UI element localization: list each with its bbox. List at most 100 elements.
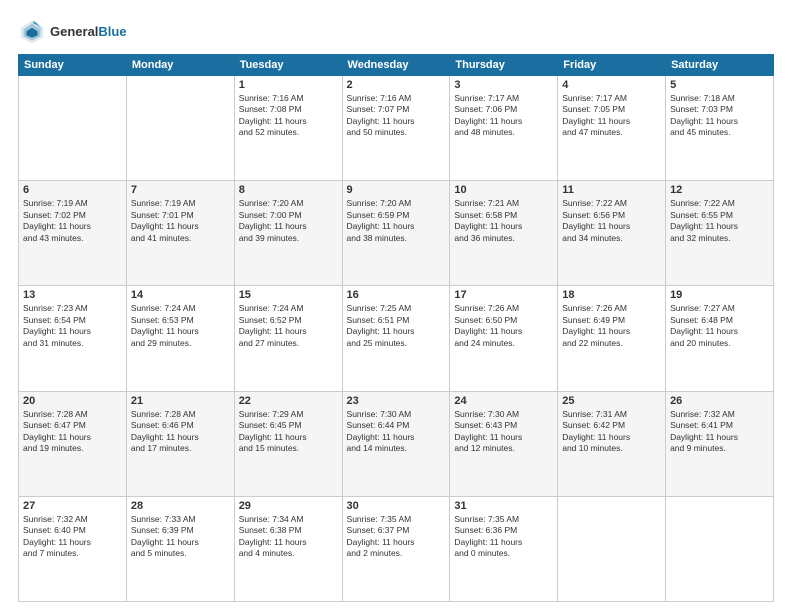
calendar-cell: 31 Sunrise: 7:35 AM Sunset: 6:36 PM Dayli…: [450, 496, 558, 601]
day-number: 22: [239, 395, 338, 407]
day-number: 18: [562, 289, 661, 301]
day-number: 24: [454, 395, 553, 407]
calendar-cell: 29 Sunrise: 7:34 AM Sunset: 6:38 PM Dayli…: [234, 496, 342, 601]
day-info: Sunrise: 7:26 AM Sunset: 6:49 PM Dayligh…: [562, 303, 661, 349]
day-info: Sunrise: 7:17 AM Sunset: 7:05 PM Dayligh…: [562, 93, 661, 139]
page: GeneralBlue SundayMondayTuesdayWednesday…: [0, 0, 792, 612]
calendar-cell: 12Sunrise: 7:22 AM Sunset: 6:55 PM Dayli…: [666, 181, 774, 286]
day-info: Sunrise: 7:19 AM Sunset: 7:01 PM Dayligh…: [131, 198, 230, 244]
weekday-header-saturday: Saturday: [666, 55, 774, 76]
calendar-cell: 24Sunrise: 7:30 AM Sunset: 6:43 PM Dayli…: [450, 391, 558, 496]
weekday-header-thursday: Thursday: [450, 55, 558, 76]
day-info: Sunrise: 7:30 AM Sunset: 6:44 PM Dayligh…: [347, 409, 446, 455]
weekday-header-monday: Monday: [126, 55, 234, 76]
day-info: Sunrise: 7:32 AM Sunset: 6:41 PM Dayligh…: [670, 409, 769, 455]
calendar-cell: 26 Sunrise: 7:32 AM Sunset: 6:41 PM Dayli…: [666, 391, 774, 496]
calendar-cell: 19 Sunrise: 7:27 AM Sunset: 6:48 PM Dayli…: [666, 286, 774, 391]
week-row-4: 27 Sunrise: 7:32 AM Sunset: 6:40 PM Dayli…: [19, 496, 774, 601]
day-number: 5: [670, 79, 769, 91]
day-number: 1: [239, 79, 338, 91]
calendar-cell: 30 Sunrise: 7:35 AM Sunset: 6:37 PM Dayli…: [342, 496, 450, 601]
day-info: Sunrise: 7:26 AM Sunset: 6:50 PM Dayligh…: [454, 303, 553, 349]
calendar-cell: 18 Sunrise: 7:26 AM Sunset: 6:49 PM Dayli…: [558, 286, 666, 391]
day-info: Sunrise: 7:16 AM Sunset: 7:08 PM Dayligh…: [239, 93, 338, 139]
calendar-cell: 8 Sunrise: 7:20 AM Sunset: 7:00 PM Daylig…: [234, 181, 342, 286]
day-info: Sunrise: 7:28 AM Sunset: 6:47 PM Dayligh…: [23, 409, 122, 455]
day-number: 20: [23, 395, 122, 407]
day-number: 19: [670, 289, 769, 301]
day-number: 27: [23, 500, 122, 512]
calendar-cell: 7 Sunrise: 7:19 AM Sunset: 7:01 PM Daylig…: [126, 181, 234, 286]
day-number: 6: [23, 184, 122, 196]
day-info: Sunrise: 7:21 AM Sunset: 6:58 PM Dayligh…: [454, 198, 553, 244]
day-number: 8: [239, 184, 338, 196]
header: GeneralBlue: [18, 18, 774, 46]
calendar-cell: 13Sunrise: 7:23 AM Sunset: 6:54 PM Dayli…: [19, 286, 127, 391]
day-info: Sunrise: 7:18 AM Sunset: 7:03 PM Dayligh…: [670, 93, 769, 139]
calendar-cell: 9 Sunrise: 7:20 AM Sunset: 6:59 PM Daylig…: [342, 181, 450, 286]
day-number: 10: [454, 184, 553, 196]
weekday-header-row: SundayMondayTuesdayWednesdayThursdayFrid…: [19, 55, 774, 76]
day-info: Sunrise: 7:20 AM Sunset: 6:59 PM Dayligh…: [347, 198, 446, 244]
day-info: Sunrise: 7:34 AM Sunset: 6:38 PM Dayligh…: [239, 514, 338, 560]
day-number: 7: [131, 184, 230, 196]
day-number: 11: [562, 184, 661, 196]
calendar-cell: 23 Sunrise: 7:30 AM Sunset: 6:44 PM Dayli…: [342, 391, 450, 496]
calendar-cell: 15 Sunrise: 7:24 AM Sunset: 6:52 PM Dayli…: [234, 286, 342, 391]
weekday-header-tuesday: Tuesday: [234, 55, 342, 76]
day-number: 28: [131, 500, 230, 512]
day-number: 29: [239, 500, 338, 512]
day-info: Sunrise: 7:27 AM Sunset: 6:48 PM Dayligh…: [670, 303, 769, 349]
day-info: Sunrise: 7:28 AM Sunset: 6:46 PM Dayligh…: [131, 409, 230, 455]
day-number: 26: [670, 395, 769, 407]
calendar-cell: 3Sunrise: 7:17 AM Sunset: 7:06 PM Daylig…: [450, 76, 558, 181]
day-info: Sunrise: 7:31 AM Sunset: 6:42 PM Dayligh…: [562, 409, 661, 455]
day-number: 2: [347, 79, 446, 91]
logo: GeneralBlue: [18, 18, 127, 46]
day-number: 25: [562, 395, 661, 407]
logo-icon: [18, 18, 46, 46]
day-info: Sunrise: 7:20 AM Sunset: 7:00 PM Dayligh…: [239, 198, 338, 244]
day-info: Sunrise: 7:35 AM Sunset: 6:37 PM Dayligh…: [347, 514, 446, 560]
day-info: Sunrise: 7:25 AM Sunset: 6:51 PM Dayligh…: [347, 303, 446, 349]
day-number: 13: [23, 289, 122, 301]
day-info: Sunrise: 7:24 AM Sunset: 6:53 PM Dayligh…: [131, 303, 230, 349]
calendar-cell: 5 Sunrise: 7:18 AM Sunset: 7:03 PM Daylig…: [666, 76, 774, 181]
day-info: Sunrise: 7:32 AM Sunset: 6:40 PM Dayligh…: [23, 514, 122, 560]
weekday-header-sunday: Sunday: [19, 55, 127, 76]
day-info: Sunrise: 7:17 AM Sunset: 7:06 PM Dayligh…: [454, 93, 553, 139]
day-info: Sunrise: 7:22 AM Sunset: 6:56 PM Dayligh…: [562, 198, 661, 244]
calendar-cell: [19, 76, 127, 181]
day-number: 23: [347, 395, 446, 407]
calendar-cell: [558, 496, 666, 601]
logo-text: GeneralBlue: [50, 24, 127, 40]
calendar-cell: [666, 496, 774, 601]
day-number: 9: [347, 184, 446, 196]
day-info: Sunrise: 7:33 AM Sunset: 6:39 PM Dayligh…: [131, 514, 230, 560]
day-info: Sunrise: 7:35 AM Sunset: 6:36 PM Dayligh…: [454, 514, 553, 560]
week-row-0: 1 Sunrise: 7:16 AM Sunset: 7:08 PM Daylig…: [19, 76, 774, 181]
calendar-cell: 17Sunrise: 7:26 AM Sunset: 6:50 PM Dayli…: [450, 286, 558, 391]
day-info: Sunrise: 7:24 AM Sunset: 6:52 PM Dayligh…: [239, 303, 338, 349]
calendar-cell: 10 Sunrise: 7:21 AM Sunset: 6:58 PM Dayli…: [450, 181, 558, 286]
calendar-table: SundayMondayTuesdayWednesdayThursdayFrid…: [18, 54, 774, 602]
day-info: Sunrise: 7:16 AM Sunset: 7:07 PM Dayligh…: [347, 93, 446, 139]
day-info: Sunrise: 7:22 AM Sunset: 6:55 PM Dayligh…: [670, 198, 769, 244]
day-number: 31: [454, 500, 553, 512]
calendar-cell: [126, 76, 234, 181]
weekday-header-wednesday: Wednesday: [342, 55, 450, 76]
calendar-cell: 21Sunrise: 7:28 AM Sunset: 6:46 PM Dayli…: [126, 391, 234, 496]
day-number: 15: [239, 289, 338, 301]
weekday-header-friday: Friday: [558, 55, 666, 76]
day-number: 30: [347, 500, 446, 512]
calendar-cell: 20 Sunrise: 7:28 AM Sunset: 6:47 PM Dayli…: [19, 391, 127, 496]
week-row-2: 13Sunrise: 7:23 AM Sunset: 6:54 PM Dayli…: [19, 286, 774, 391]
calendar-cell: 28 Sunrise: 7:33 AM Sunset: 6:39 PM Dayli…: [126, 496, 234, 601]
day-number: 4: [562, 79, 661, 91]
day-number: 14: [131, 289, 230, 301]
week-row-3: 20 Sunrise: 7:28 AM Sunset: 6:47 PM Dayli…: [19, 391, 774, 496]
calendar-cell: 25 Sunrise: 7:31 AM Sunset: 6:42 PM Dayli…: [558, 391, 666, 496]
calendar-cell: 27 Sunrise: 7:32 AM Sunset: 6:40 PM Dayli…: [19, 496, 127, 601]
day-number: 16: [347, 289, 446, 301]
day-info: Sunrise: 7:19 AM Sunset: 7:02 PM Dayligh…: [23, 198, 122, 244]
